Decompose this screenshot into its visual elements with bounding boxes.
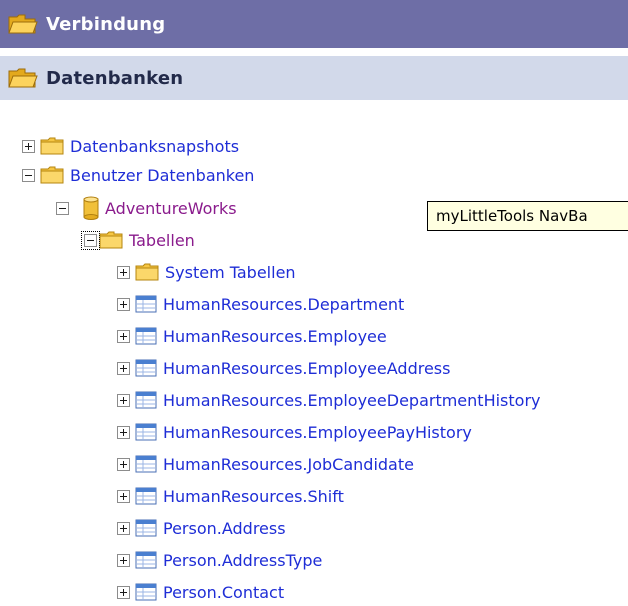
tree-label-table[interactable]: HumanResources.Shift bbox=[163, 487, 344, 506]
expand-icon[interactable] bbox=[117, 425, 130, 439]
table-icon bbox=[135, 295, 157, 313]
tree-label-table[interactable]: HumanResources.EmployeePayHistory bbox=[163, 423, 472, 442]
tree-label-system-tabellen[interactable]: System Tabellen bbox=[165, 263, 296, 282]
expand-icon[interactable] bbox=[117, 297, 130, 311]
table-icon bbox=[135, 327, 157, 345]
tree-node-table: HumanResources.Department bbox=[117, 290, 404, 318]
expand-icon[interactable] bbox=[117, 265, 130, 279]
tree-label-adventureworks[interactable]: AdventureWorks bbox=[105, 199, 237, 218]
tree-label-table[interactable]: HumanResources.Employee bbox=[163, 327, 387, 346]
expand-icon[interactable] bbox=[117, 329, 130, 343]
database-icon bbox=[83, 196, 99, 220]
tree-label-table[interactable]: Person.Address bbox=[163, 519, 286, 538]
tree-node-table: Person.Address bbox=[117, 514, 286, 542]
table-icon bbox=[135, 423, 157, 441]
folder-icon bbox=[40, 137, 64, 155]
tree-label-datenbanksnapshots[interactable]: Datenbanksnapshots bbox=[70, 137, 239, 156]
tree-node-datenbanksnapshots: Datenbanksnapshots bbox=[22, 132, 239, 160]
expand-icon[interactable] bbox=[117, 585, 130, 599]
folder-icon bbox=[40, 166, 64, 184]
tree-node-table: HumanResources.Employee bbox=[117, 322, 387, 350]
table-icon bbox=[135, 519, 157, 537]
expand-icon[interactable] bbox=[117, 553, 130, 567]
expand-icon[interactable] bbox=[22, 139, 35, 153]
table-icon bbox=[135, 359, 157, 377]
tree-node-table: HumanResources.EmployeePayHistory bbox=[117, 418, 472, 446]
tree-node-tabellen: Tabellen bbox=[81, 226, 195, 254]
tree-node-table: HumanResources.JobCandidate bbox=[117, 450, 414, 478]
tree-node-adventureworks: AdventureWorks bbox=[56, 194, 237, 222]
tree-label-tabellen[interactable]: Tabellen bbox=[129, 231, 195, 250]
expand-icon[interactable] bbox=[117, 521, 130, 535]
tree-label-table[interactable]: HumanResources.JobCandidate bbox=[163, 455, 414, 474]
expand-icon[interactable] bbox=[117, 457, 130, 471]
collapse-icon[interactable] bbox=[81, 230, 100, 250]
database-tree: Datenbanksnapshots Benutzer Datenbanken … bbox=[0, 0, 628, 602]
table-icon bbox=[135, 583, 157, 601]
collapse-icon[interactable] bbox=[22, 168, 35, 182]
tree-node-table: HumanResources.EmployeeDepartmentHistory bbox=[117, 386, 540, 414]
tree-label-table[interactable]: HumanResources.Department bbox=[163, 295, 404, 314]
expand-icon[interactable] bbox=[117, 393, 130, 407]
tree-node-table: HumanResources.EmployeeAddress bbox=[117, 354, 450, 382]
tree-node-benutzer-datenbanken: Benutzer Datenbanken bbox=[22, 161, 254, 189]
tree-label-table[interactable]: HumanResources.EmployeeDepartmentHistory bbox=[163, 391, 540, 410]
table-icon bbox=[135, 455, 157, 473]
folder-icon bbox=[99, 231, 123, 249]
tree-node-table: HumanResources.Shift bbox=[117, 482, 344, 510]
tree-node-table: Person.AddressType bbox=[117, 546, 322, 574]
collapse-icon[interactable] bbox=[56, 201, 69, 215]
tree-label-benutzer-datenbanken[interactable]: Benutzer Datenbanken bbox=[70, 166, 254, 185]
folder-icon bbox=[135, 263, 159, 281]
table-icon bbox=[135, 391, 157, 409]
tree-label-table[interactable]: Person.AddressType bbox=[163, 551, 322, 570]
table-icon bbox=[135, 487, 157, 505]
tooltip: myLittleTools NavBa bbox=[427, 201, 628, 231]
tree-node-table: Person.Contact bbox=[117, 578, 284, 606]
tree-label-table[interactable]: HumanResources.EmployeeAddress bbox=[163, 359, 450, 378]
expand-icon[interactable] bbox=[117, 489, 130, 503]
tree-node-system-tabellen: System Tabellen bbox=[117, 258, 296, 286]
expand-icon[interactable] bbox=[117, 361, 130, 375]
table-icon bbox=[135, 551, 157, 569]
